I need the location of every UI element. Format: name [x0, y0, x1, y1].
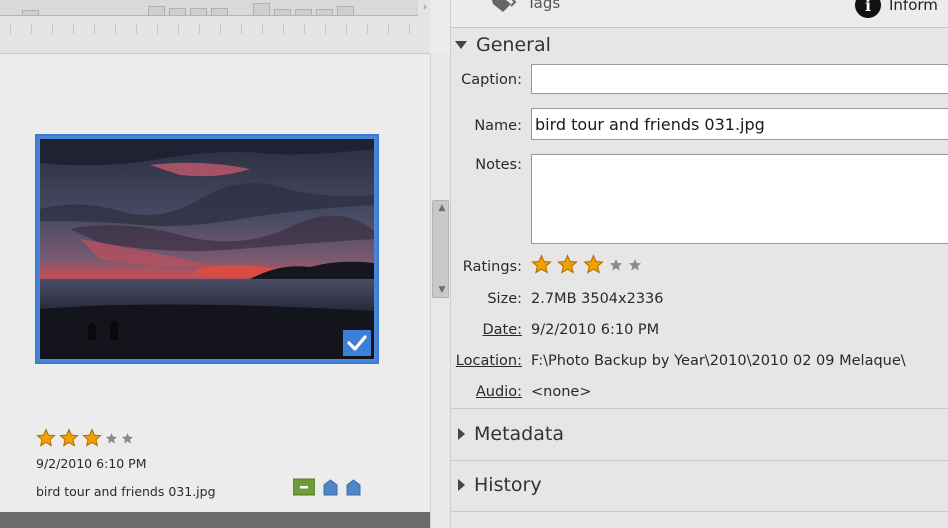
section-metadata-header[interactable]: Metadata [451, 423, 948, 445]
thumbnail-rating[interactable] [36, 428, 134, 448]
ruler-tick [52, 24, 53, 34]
ruler-tick [262, 24, 263, 34]
tag-icon[interactable] [346, 478, 361, 500]
ruler-tick [199, 24, 200, 34]
notes-field[interactable] [531, 154, 948, 244]
section-divider [451, 511, 948, 512]
collection-icon[interactable] [292, 478, 316, 500]
photo-thumbnail[interactable] [35, 134, 379, 364]
section-divider [451, 408, 948, 409]
star-filled-icon[interactable] [36, 428, 56, 448]
date-label[interactable]: Date: [482, 322, 522, 338]
info-icon: i [855, 0, 881, 18]
audio-value: <none> [531, 384, 592, 400]
ruler-tick [283, 24, 284, 34]
timeline-bar-segment [316, 9, 333, 15]
ruler-tick [136, 24, 137, 34]
timeline-bar-segment [337, 6, 354, 15]
size-label: Size: [487, 291, 522, 307]
tab-tags[interactable]: Tags [489, 0, 560, 14]
ruler-tick [94, 24, 95, 34]
tags-icon [492, 0, 517, 12]
star-empty-icon[interactable] [121, 432, 134, 445]
ruler-tick [367, 24, 368, 34]
section-divider [451, 460, 948, 461]
ruler-tick [157, 24, 158, 34]
expand-triangle-icon [458, 479, 465, 491]
ratings-stars[interactable] [531, 254, 642, 275]
star-filled-icon[interactable] [583, 254, 604, 275]
timeline-bar-segment [22, 10, 39, 15]
ruler-tick [10, 24, 11, 34]
timeline-bar-segment [274, 9, 291, 15]
timeline[interactable]: › [0, 0, 430, 54]
size-value: 2.7MB 3504x2336 [531, 291, 664, 307]
ruler-tick [304, 24, 305, 34]
star-filled-icon[interactable] [531, 254, 552, 275]
tag-icon[interactable] [323, 478, 338, 500]
timeline-bar-segment [253, 3, 270, 15]
chevron-up-icon[interactable]: ▲ [433, 203, 451, 213]
chevron-right-icon[interactable]: › [420, 0, 430, 16]
timeline-bar-segment [211, 8, 228, 15]
date-value: 9/2/2010 6:10 PM [531, 322, 660, 338]
timeline-bar-segment [190, 8, 207, 15]
section-metadata-title: Metadata [474, 423, 564, 445]
audio-label[interactable]: Audio: [476, 384, 522, 400]
timeline-bar-segment [148, 6, 165, 15]
tab-information-label: Inform [889, 0, 938, 14]
thumbnail-badges [292, 478, 361, 500]
tab-tags-label: Tags [527, 0, 561, 12]
section-history-title: History [474, 474, 542, 496]
panel-tab-bar: Tags i Inform [451, 0, 948, 28]
timeline-bar-segment [169, 8, 186, 15]
scrollbar-thumb[interactable]: ▲ ▼ [432, 200, 449, 298]
sunset-photo [40, 139, 374, 359]
ruler-tick [241, 24, 242, 34]
collapse-triangle-icon [455, 41, 467, 49]
properties-panel: Tags i Inform General Caption: Name: Not… [450, 0, 948, 528]
star-empty-icon[interactable] [105, 432, 118, 445]
photo-grid: › 9/2/2010 6:10 PM bird tour and friends… [0, 0, 430, 528]
name-field[interactable] [531, 108, 948, 140]
caption-label: Caption: [461, 72, 522, 88]
ruler-tick [73, 24, 74, 34]
ruler-tick [325, 24, 326, 34]
star-filled-icon[interactable] [82, 428, 102, 448]
location-label[interactable]: Location: [456, 353, 522, 369]
ruler-tick [31, 24, 32, 34]
ruler-tick [178, 24, 179, 34]
chevron-down-icon[interactable]: ▼ [433, 285, 451, 295]
ruler-tick [388, 24, 389, 34]
timeline-histogram[interactable] [0, 0, 418, 16]
bottom-bar [0, 512, 430, 528]
star-filled-icon[interactable] [59, 428, 79, 448]
timeline-bar-segment [295, 9, 312, 15]
thumbnail-filename: bird tour and friends 031.jpg [36, 484, 216, 499]
location-value: F:\Photo Backup by Year\2010\2010 02 09 … [531, 353, 906, 369]
tab-information[interactable]: i Inform [855, 0, 938, 18]
expand-triangle-icon [458, 428, 465, 440]
section-history-header[interactable]: History [451, 474, 948, 496]
ratings-label: Ratings: [462, 259, 522, 275]
ruler-tick [220, 24, 221, 34]
selected-checkmark-icon[interactable] [343, 330, 371, 356]
star-empty-icon[interactable] [628, 258, 642, 272]
star-filled-icon[interactable] [557, 254, 578, 275]
section-general-header[interactable]: General [451, 34, 948, 56]
ruler-tick [115, 24, 116, 34]
vertical-scrollbar[interactable]: ▲ ▼ [430, 54, 450, 528]
timeline-ruler [0, 24, 418, 34]
star-empty-icon[interactable] [609, 258, 623, 272]
notes-label: Notes: [475, 157, 522, 173]
thumbnail-date: 9/2/2010 6:10 PM [36, 456, 147, 471]
ruler-tick [409, 24, 410, 34]
caption-field[interactable] [531, 64, 948, 94]
name-label: Name: [474, 118, 522, 134]
ruler-tick [346, 24, 347, 34]
section-general-title: General [476, 34, 551, 56]
